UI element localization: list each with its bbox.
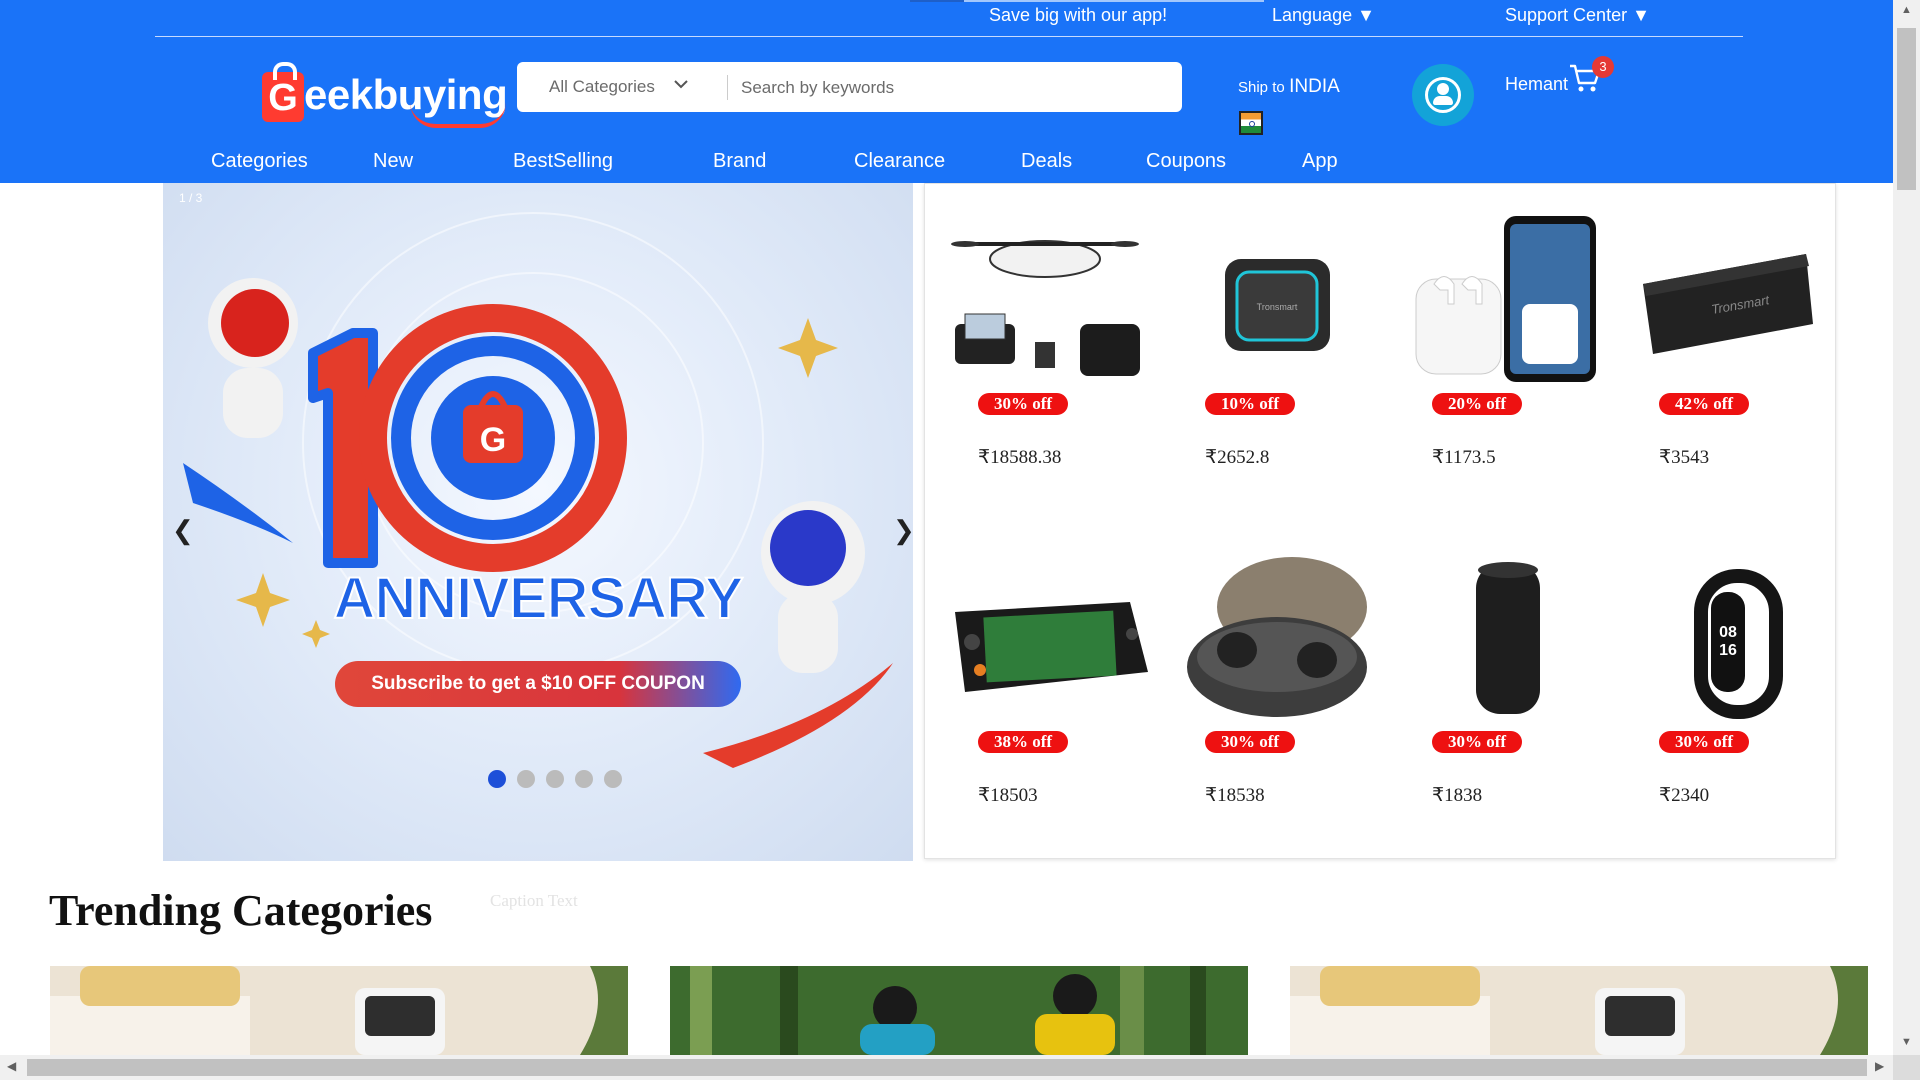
product-price: ₹18588.38: [978, 447, 1062, 468]
search-divider: [727, 75, 728, 100]
discount-badge: 20% off: [1432, 393, 1523, 415]
product-card[interactable]: 08 16 30% off ₹2340: [1631, 522, 1831, 812]
product-card[interactable]: 30% off ₹18538: [1177, 522, 1377, 812]
svg-text:16: 16: [1719, 642, 1737, 659]
product-grid: 30% off ₹18588.38 Tronsmart 10% off ₹265…: [924, 183, 1836, 859]
product-card[interactable]: 30% off ₹1838: [1404, 522, 1604, 812]
ship-to-label: Ship to: [1238, 79, 1285, 96]
product-card[interactable]: 30% off ₹18588.38: [950, 184, 1150, 474]
nav-clearance[interactable]: Clearance: [854, 150, 945, 173]
topbar-accent: [910, 0, 964, 2]
carousel-dot[interactable]: [517, 770, 535, 788]
bar-speaker-image: Tronsmart: [1643, 254, 1813, 354]
carousel-caption: Caption Text: [490, 891, 578, 910]
discount-badge: 30% off: [1659, 731, 1750, 753]
smart-band-image: 08 16: [1694, 569, 1783, 719]
product-price: ₹1838: [1432, 785, 1483, 806]
subscribe-coupon-button[interactable]: Subscribe to get a $10 OFF COUPON: [335, 661, 741, 707]
main-nav: Categories New BestSelling Brand Clearan…: [0, 146, 1893, 182]
search-input[interactable]: [739, 72, 1163, 104]
carousel-dots: [488, 770, 633, 793]
discount-badge: 30% off: [1205, 731, 1296, 753]
scroll-down-arrow-icon[interactable]: ▼: [1901, 1036, 1912, 1048]
drone-image: [951, 240, 1140, 376]
trending-category-card[interactable]: [670, 966, 1248, 1055]
site-logo[interactable]: G eekbuying: [260, 62, 508, 130]
product-price: ₹18538: [1205, 785, 1265, 806]
india-flag-icon[interactable]: [1239, 111, 1263, 135]
carousel-dot[interactable]: [575, 770, 593, 788]
nav-bestselling[interactable]: BestSelling: [513, 150, 613, 173]
user-avatar-icon[interactable]: [1412, 64, 1474, 126]
product-price: ₹2652.8: [1205, 447, 1270, 468]
top-bar: Save big with our app! Language ▼ Suppor…: [155, 0, 1743, 37]
discount-badge: 42% off: [1659, 393, 1750, 415]
scroll-right-arrow-icon[interactable]: ▶: [1875, 1059, 1884, 1073]
nav-categories[interactable]: Categories: [211, 150, 308, 173]
ship-to[interactable]: Ship to INDIA: [1238, 76, 1340, 98]
nav-brand[interactable]: Brand: [713, 150, 766, 173]
nav-app[interactable]: App: [1302, 150, 1338, 173]
cube-speaker-image: Tronsmart: [1225, 259, 1330, 351]
trending-category-card[interactable]: [1290, 966, 1868, 1055]
topbar-highlight: [964, 0, 1264, 2]
logo-swoosh: [410, 102, 506, 128]
product-card[interactable]: Tronsmart 42% off ₹3543: [1631, 184, 1831, 474]
nav-new[interactable]: New: [373, 150, 413, 173]
earbuds-phone-image: [1415, 216, 1596, 382]
product-card[interactable]: 38% off ₹18503: [950, 522, 1150, 812]
carousel-prev-button[interactable]: ❮: [172, 515, 194, 546]
app-promo-link[interactable]: Save big with our app!: [989, 5, 1167, 26]
logo-bag-icon: G: [262, 62, 304, 122]
svg-text:Tronsmart: Tronsmart: [1257, 302, 1298, 312]
product-price: ₹2340: [1659, 785, 1710, 806]
hero-carousel[interactable]: 1 / 3 G ANNIVERSARY Subscribe to get a $…: [163, 183, 913, 861]
discount-badge: 38% off: [978, 731, 1069, 753]
avatar-body: [1433, 96, 1453, 105]
nav-coupons[interactable]: Coupons: [1146, 150, 1226, 173]
horizontal-scrollbar[interactable]: ◀ ▶: [0, 1055, 1893, 1080]
earbuds-case-image: [1187, 557, 1367, 717]
carousel-next-button[interactable]: ❯: [893, 515, 913, 546]
scrollbar-corner: [1893, 1055, 1920, 1080]
product-card[interactable]: Tronsmart 10% off ₹2652.8: [1177, 184, 1377, 474]
nav-deals[interactable]: Deals: [1021, 150, 1072, 173]
product-price: ₹1173.5: [1432, 447, 1496, 468]
discount-badge: 30% off: [1432, 731, 1523, 753]
carousel-dot[interactable]: [546, 770, 564, 788]
anniversary-headline: ANNIVERSARY: [332, 565, 744, 632]
support-center-menu[interactable]: Support Center ▼: [1505, 5, 1650, 26]
horizontal-scroll-thumb[interactable]: [27, 1059, 1867, 1076]
search-bar: All Categories: [517, 62, 1182, 112]
discount-badge: 30% off: [978, 393, 1069, 415]
trending-categories-heading: Trending Categories: [49, 886, 433, 935]
user-name[interactable]: Hemant: [1505, 74, 1568, 95]
vertical-scrollbar[interactable]: ▲ ▼: [1893, 0, 1920, 1055]
product-card[interactable]: 20% off ₹1173.5: [1404, 184, 1604, 474]
handheld-console-image: [955, 602, 1148, 692]
carousel-dot[interactable]: [488, 770, 506, 788]
vertical-scroll-thumb[interactable]: [1897, 28, 1916, 190]
product-price: ₹3543: [1659, 447, 1710, 468]
category-select[interactable]: All Categories: [549, 77, 655, 97]
trending-image-cycling: [670, 966, 1248, 1055]
site-header: Save big with our app! Language ▼ Suppor…: [0, 0, 1893, 183]
cart-count-badge: 3: [1592, 56, 1614, 78]
svg-text:G: G: [480, 421, 506, 459]
trending-image-home-2: [1290, 966, 1868, 1055]
svg-text:08: 08: [1719, 624, 1737, 641]
trending-category-card[interactable]: [50, 966, 628, 1055]
ship-to-country: INDIA: [1289, 76, 1340, 97]
discount-badge: 10% off: [1205, 393, 1296, 415]
carousel-dot[interactable]: [604, 770, 622, 788]
product-price: ₹18503: [978, 785, 1038, 806]
chevron-down-icon[interactable]: [673, 76, 689, 92]
tower-speaker-image: [1476, 562, 1540, 714]
trending-image-home: [50, 966, 628, 1055]
scroll-up-arrow-icon[interactable]: ▲: [1901, 4, 1912, 16]
anniversary-banner: G: [183, 212, 893, 768]
language-menu[interactable]: Language ▼: [1272, 5, 1375, 26]
scroll-left-arrow-icon[interactable]: ◀: [7, 1059, 16, 1073]
avatar-head: [1437, 83, 1449, 95]
